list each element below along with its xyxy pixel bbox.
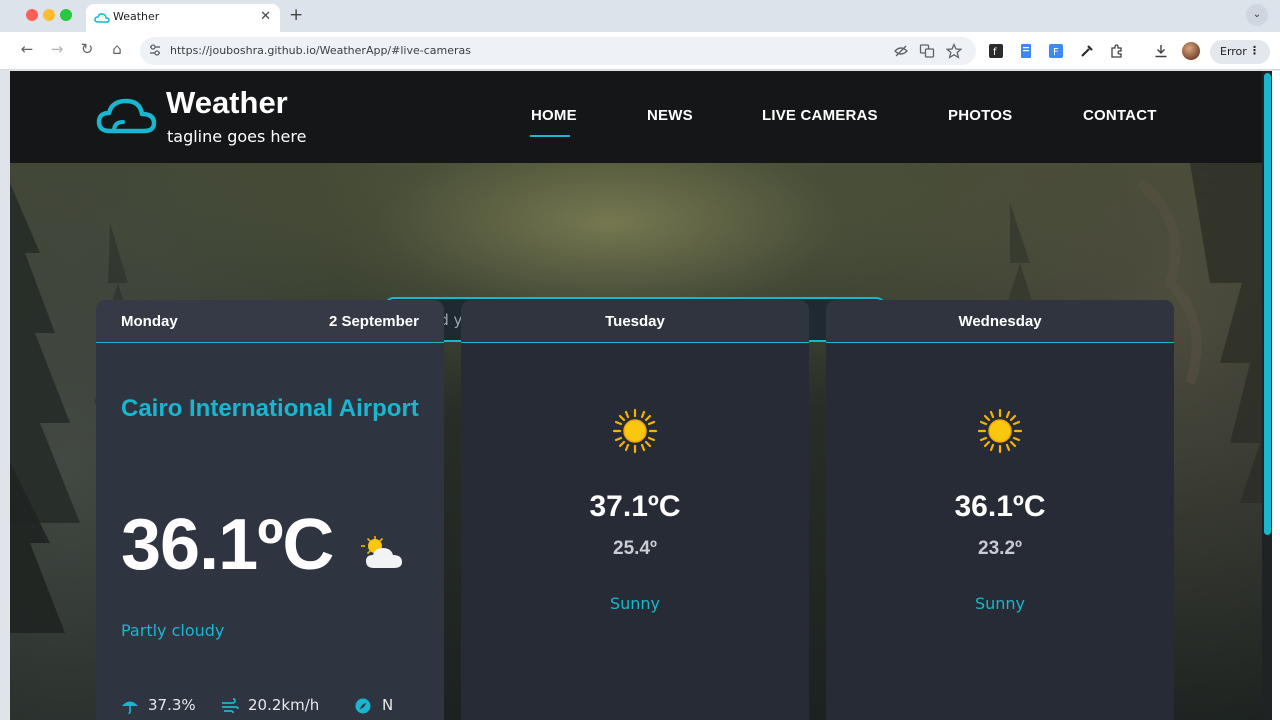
- umbrella-icon: [122, 701, 138, 714]
- extension-blue-icon[interactable]: F: [1047, 43, 1065, 59]
- eyedropper-icon[interactable]: [1078, 43, 1096, 59]
- nav-news[interactable]: NEWS: [647, 107, 693, 124]
- wind-direction-value: N: [382, 696, 394, 714]
- forecast-high: 37.1ºC: [589, 490, 681, 523]
- partly-cloudy-icon: [361, 536, 402, 568]
- current-condition: Partly cloudy: [121, 621, 225, 640]
- star-icon[interactable]: [946, 43, 962, 59]
- location-name: Cairo International Airport: [121, 395, 419, 422]
- today-date: 2 September: [328, 313, 419, 330]
- page-scrollbar[interactable]: [1262, 71, 1272, 720]
- forecast-card-tuesday: Tuesday 37.1ºC 25.4º Sunny: [461, 300, 809, 720]
- site-header: Weather tagline goes here HOME NEWS LIVE…: [10, 71, 1272, 163]
- url-text[interactable]: https://jouboshra.github.io/WeatherApp/#…: [170, 44, 471, 57]
- address-bar[interactable]: https://jouboshra.github.io/WeatherApp/#…: [140, 37, 976, 65]
- page-viewport: Weather tagline goes here HOME NEWS LIVE…: [10, 71, 1272, 720]
- translate-icon[interactable]: [919, 43, 935, 59]
- close-icon[interactable]: ✕: [260, 9, 271, 24]
- back-arrow-icon[interactable]: ←: [17, 40, 37, 58]
- forecast-card-wednesday: Wednesday 36.1ºC 23.2º Sunny: [826, 300, 1174, 720]
- forecast-day: Wednesday: [958, 313, 1042, 330]
- extension-doc-icon[interactable]: [1017, 43, 1035, 59]
- error-button[interactable]: Error ⋮: [1210, 40, 1270, 64]
- site-settings-icon[interactable]: [148, 43, 162, 57]
- forward-arrow-icon[interactable]: →: [47, 40, 67, 58]
- today-card-header: Monday 2 September: [96, 300, 444, 343]
- nav-live-cameras[interactable]: LIVE CAMERAS: [762, 107, 878, 124]
- window-edge: [1272, 71, 1280, 720]
- hero-section: Monday 2 September Cairo International A…: [10, 163, 1272, 720]
- new-tab-button[interactable]: +: [289, 5, 303, 25]
- humidity-value: 37.3%: [148, 696, 196, 714]
- current-temperature: 36.1ºC: [121, 505, 334, 585]
- browser-toolbar: ← → ↻ ⌂ https://jouboshra.github.io/Weat…: [0, 32, 1280, 70]
- window-minimize-button[interactable]: [43, 9, 55, 21]
- logo-cloud-icon[interactable]: [96, 97, 158, 137]
- wind-speed-value: 20.2km/h: [248, 696, 320, 714]
- forecast-low: 25.4º: [613, 538, 657, 559]
- home-icon[interactable]: ⌂: [107, 40, 127, 58]
- forecast-card-header: Wednesday: [826, 300, 1174, 343]
- profile-avatar[interactable]: [1182, 42, 1200, 60]
- chevron-down-icon[interactable]: ⌄: [1246, 4, 1268, 26]
- wind-icon: [222, 698, 239, 714]
- svg-text:f: f: [993, 47, 997, 58]
- eye-off-icon[interactable]: [893, 43, 909, 59]
- site-title[interactable]: Weather: [166, 85, 288, 121]
- nav-photos[interactable]: PHOTOS: [948, 107, 1012, 124]
- forecast-condition: Sunny: [974, 594, 1026, 613]
- menu-dots-icon: ⋮: [1249, 44, 1260, 57]
- today-day: Monday: [121, 313, 178, 330]
- window-close-button[interactable]: [26, 9, 38, 21]
- today-weather-card: Monday 2 September Cairo International A…: [96, 300, 444, 720]
- browser-tab-bar: Weather ✕ + ⌄: [0, 0, 1280, 32]
- download-icon[interactable]: [1152, 43, 1170, 59]
- reload-icon[interactable]: ↻: [77, 40, 97, 58]
- compass-icon: [355, 698, 371, 714]
- forecast-low: 23.2º: [978, 538, 1022, 559]
- error-label: Error: [1220, 45, 1247, 58]
- browser-tab-weather[interactable]: Weather ✕: [86, 4, 280, 32]
- sun-icon: [612, 408, 658, 454]
- svg-text:F: F: [1053, 47, 1059, 58]
- forecast-high: 36.1ºC: [954, 490, 1046, 523]
- puzzle-icon[interactable]: [1108, 43, 1126, 59]
- forecast-card-header: Tuesday: [461, 300, 809, 343]
- cloud-icon: [94, 13, 110, 23]
- forecast-condition: Sunny: [609, 594, 661, 613]
- sun-icon: [977, 408, 1023, 454]
- tab-title: Weather: [113, 10, 160, 23]
- forecast-day: Tuesday: [605, 313, 665, 330]
- site-tagline: tagline goes here: [167, 127, 307, 146]
- nav-home[interactable]: HOME: [531, 107, 577, 124]
- nav-active-indicator: [530, 135, 570, 137]
- nav-contact[interactable]: CONTACT: [1083, 107, 1157, 124]
- window-zoom-button[interactable]: [60, 9, 72, 21]
- extension-f-icon[interactable]: f: [987, 43, 1005, 59]
- scrollbar-thumb[interactable]: [1264, 73, 1271, 535]
